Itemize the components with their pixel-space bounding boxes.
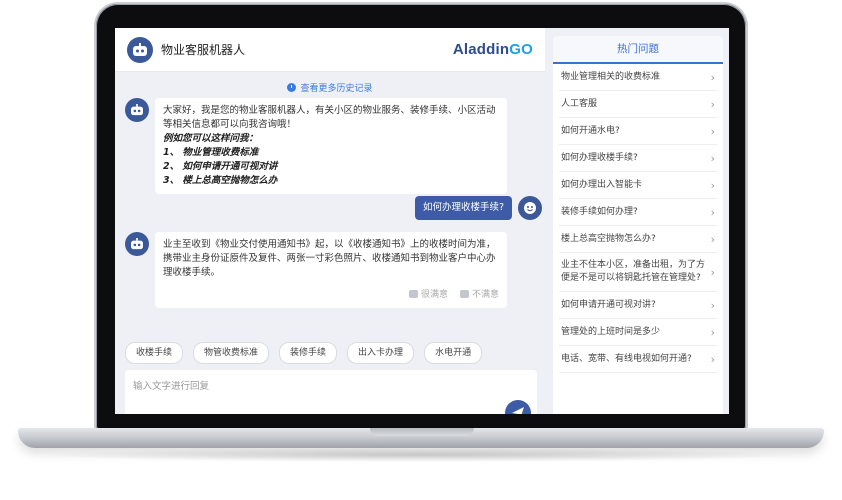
faq-item[interactable]: 如何开通水电? › (559, 118, 717, 145)
laptop-notch (370, 428, 474, 436)
quick-reply-chip[interactable]: 收楼手续 (125, 342, 184, 364)
faq-item-label: 如何申请开通可视对讲? (561, 299, 656, 310)
bot-answer-text: 业主至收到《物业交付使用通知书》起，以《收楼通知书》上的收楼时间为准，携带业主身… (163, 239, 496, 278)
thumb-down-icon (459, 290, 469, 298)
unsatisfied-button[interactable]: 不满意 (459, 288, 499, 302)
input-placeholder: 输入文字进行回复 (133, 381, 210, 392)
message-input[interactable]: 输入文字进行回复 (125, 370, 537, 414)
quick-reply-chip[interactable]: 装修手续 (279, 342, 338, 364)
bot-message-intro: 大家好，我是您的物业客服机器人，有关小区的物业服务、装修手续、小区活动等相关信息… (125, 98, 507, 194)
faq-item[interactable]: 业主不住本小区，准备出租，为了方便是不是可以将钥匙托管在管理处? › (559, 253, 717, 292)
chevron-right-icon: › (710, 265, 715, 279)
laptop-shadow (40, 448, 802, 462)
chevron-right-icon: › (710, 205, 715, 219)
brand-main-text: Aladdin (452, 41, 510, 58)
faq-item[interactable]: 如何办理收楼手续? › (559, 145, 717, 172)
satisfied-button[interactable]: 很满意 (408, 288, 448, 302)
send-icon (512, 407, 524, 414)
robot-avatar-icon (127, 36, 153, 63)
bot-greeting-text: 大家好，我是您的物业客服机器人，有关小区的物业服务、装修手续、小区活动等相关信息… (163, 105, 496, 130)
user-avatar-icon (518, 196, 543, 220)
faq-item[interactable]: 装修手续如何办理? › (559, 199, 717, 226)
faq-item[interactable]: 管理处的上班时间是多少 › (559, 319, 717, 346)
faq-item-label: 如何办理收楼手续? (561, 152, 638, 163)
faq-item-label: 装修手续如何办理? (561, 206, 638, 217)
satisfied-label: 很满意 (420, 290, 448, 300)
chat-title: 物业客服机器人 (161, 43, 246, 57)
brand-accent-text: GO (509, 41, 533, 58)
faq-item[interactable]: 人工客服 › (559, 91, 717, 118)
chevron-right-icon: › (710, 124, 715, 138)
example-item[interactable]: 2、 如何申请开通可视对讲 (163, 160, 499, 174)
quick-reply-chip[interactable]: 物管收费标准 (193, 342, 270, 364)
quick-reply-chip[interactable]: 水电开通 (424, 342, 483, 364)
user-message: 如何办理收楼手续? (415, 196, 543, 220)
chevron-right-icon: › (710, 352, 715, 366)
history-link[interactable]: 查看更多历史记录 (115, 80, 545, 94)
chevron-right-icon: › (710, 232, 715, 246)
clock-icon (287, 82, 297, 92)
chevron-right-icon: › (710, 151, 715, 165)
quick-reply-chip[interactable]: 出入卡办理 (347, 342, 415, 364)
quick-reply-bar: 收楼手续 物管收费标准 装修手续 出入卡办理 水电开通 (125, 342, 483, 364)
bot-avatar-icon (125, 232, 149, 256)
faq-item[interactable]: 物业管理相关的收费标准 › (559, 64, 717, 91)
faq-item[interactable]: 如何申请开通可视对讲? › (559, 292, 717, 319)
chevron-right-icon: › (710, 70, 715, 84)
bot-answer-bubble: 业主至收到《物业交付使用通知书》起，以《收楼通知书》上的收楼时间为准，携带业主身… (155, 232, 507, 308)
chat-header: 物业客服机器人 AladdinGO (115, 28, 545, 72)
example-item[interactable]: 1、 物业管理收费标准 (163, 146, 499, 160)
faq-title: 热门问题 (553, 36, 723, 64)
history-link-label: 查看更多历史记录 (300, 83, 373, 94)
chevron-right-icon: › (710, 298, 715, 312)
faq-item[interactable]: 楼上总高空抛物怎么办? › (559, 226, 717, 253)
faq-item-label: 人工客服 (561, 98, 598, 109)
example-heading: 例如您可以这样问我： (163, 133, 259, 144)
bot-intro-bubble: 大家好，我是您的物业客服机器人，有关小区的物业服务、装修手续、小区活动等相关信息… (155, 98, 507, 194)
faq-item-label: 管理处的上班时间是多少 (561, 326, 661, 337)
faq-item-label: 楼上总高空抛物怎么办? (561, 233, 656, 244)
faq-item-label: 如何办理出入智能卡 (561, 179, 643, 190)
chevron-right-icon: › (710, 97, 715, 111)
faq-item-label: 电话、宽带、有线电视如何开通? (561, 353, 692, 364)
faq-item-label: 业主不住本小区，准备出租，为了方便是不是可以将钥匙托管在管理处? (561, 260, 706, 283)
chat-panel: 物业客服机器人 AladdinGO 查看更多历史记录 大家好，我是您的物业客服机… (115, 28, 545, 414)
unsatisfied-label: 不满意 (471, 290, 499, 300)
bot-avatar-icon (125, 98, 149, 122)
chevron-right-icon: › (710, 325, 715, 339)
bot-message-answer: 业主至收到《物业交付使用通知书》起，以《收楼通知书》上的收楼时间为准，携带业主身… (125, 232, 507, 308)
brand-logo: AladdinGO (453, 41, 533, 58)
example-item[interactable]: 3、 楼上总高空抛物怎么办 (163, 174, 499, 188)
app-screen: 物业客服机器人 AladdinGO 查看更多历史记录 大家好，我是您的物业客服机… (115, 28, 729, 414)
faq-list: 物业管理相关的收费标准 › 人工客服 › 如何开通水电? › 如何办理收楼手续? › 如… (553, 64, 723, 373)
chevron-right-icon: › (710, 178, 715, 192)
faq-item[interactable]: 如何办理出入智能卡 › (559, 172, 717, 199)
user-question-bubble: 如何办理收楼手续? (415, 196, 513, 220)
faq-panel: 热门问题 物业管理相关的收费标准 › 人工客服 › 如何开通水电? › 如何办理收楼手… (553, 36, 723, 414)
faq-item-label: 如何开通水电? (561, 125, 620, 136)
faq-item-label: 物业管理相关的收费标准 (561, 71, 661, 82)
faq-item[interactable]: 电话、宽带、有线电视如何开通? › (559, 346, 717, 373)
feedback-bar: 很满意 不满意 (163, 288, 499, 302)
thumb-up-icon (408, 290, 418, 298)
